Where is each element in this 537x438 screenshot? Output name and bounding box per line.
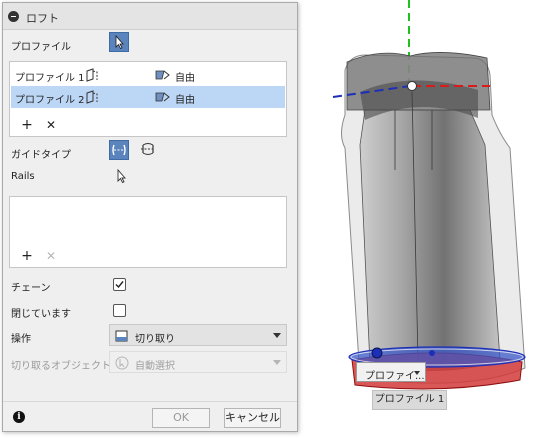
objects-to-cut-value: 自動選択 bbox=[135, 361, 175, 372]
guide-rails-button[interactable] bbox=[109, 140, 129, 160]
cursor-arrow-icon bbox=[115, 34, 124, 50]
dialog-title: ロフト bbox=[26, 12, 59, 25]
remove-icon: ✕ bbox=[45, 249, 57, 263]
chain-label: チェーン bbox=[11, 283, 51, 294]
profile-name: プロファイル 1 bbox=[15, 73, 85, 84]
cursor-arrow-icon bbox=[117, 168, 126, 184]
profile-shape-icon bbox=[84, 89, 100, 108]
profile-handle bbox=[371, 347, 383, 359]
dialog-titlebar[interactable]: ロフト bbox=[3, 3, 297, 30]
loft-body-inner bbox=[359, 109, 501, 371]
profile-tooltip: プロファイル 1 bbox=[372, 390, 447, 410]
add-icon[interactable]: + bbox=[20, 118, 34, 132]
chain-checkbox[interactable] bbox=[113, 278, 126, 291]
chevron-down-icon bbox=[414, 371, 420, 375]
operation-label: 操作 bbox=[11, 334, 31, 345]
check-icon bbox=[115, 281, 124, 289]
rails-icon bbox=[112, 144, 126, 156]
profiles-list[interactable]: プロファイル 1 自由 プロファイル 2 自由 + ✕ bbox=[9, 61, 287, 137]
objects-to-cut-label: 切り取るオブジェクト bbox=[11, 361, 111, 372]
rails-list-tools: + ✕ bbox=[20, 249, 80, 263]
profile-select-button[interactable] bbox=[109, 32, 129, 52]
chevron-down-icon bbox=[273, 360, 281, 365]
profile-dropdown-viewport[interactable]: プロファイ... bbox=[356, 362, 426, 382]
guide-type-label: ガイドタイプ bbox=[11, 150, 71, 161]
profiles-list-tools: + ✕ bbox=[20, 118, 80, 132]
loft-dialog: ロフト プロファイル プロファイル 1 自由 プロファイル 2 自由 + ✕ ガ… bbox=[2, 2, 298, 432]
centerline-icon bbox=[141, 143, 155, 155]
closed-label: 閉じています bbox=[11, 309, 71, 320]
info-icon[interactable]: i bbox=[13, 411, 25, 423]
cut-operation-icon bbox=[114, 328, 130, 347]
auto-select-icon bbox=[114, 355, 130, 374]
dialog-footer: i OK キャンセル bbox=[3, 401, 297, 431]
cancel-button[interactable]: キャンセル bbox=[224, 408, 281, 428]
chevron-down-icon bbox=[273, 333, 281, 338]
profile-shape-icon bbox=[84, 67, 100, 86]
list-item[interactable]: プロファイル 2 自由 bbox=[11, 86, 285, 108]
rails-label: Rails bbox=[11, 171, 35, 182]
condition-icon[interactable] bbox=[154, 67, 172, 86]
profile-condition[interactable]: 自由 bbox=[175, 91, 195, 106]
add-icon[interactable]: + bbox=[20, 249, 34, 263]
profile-condition[interactable]: 自由 bbox=[175, 69, 195, 84]
condition-icon[interactable] bbox=[154, 89, 172, 108]
objects-to-cut-dropdown: 自動選択 bbox=[109, 351, 287, 373]
origin-point bbox=[407, 81, 417, 91]
ok-button[interactable]: OK bbox=[152, 408, 210, 428]
operation-value: 切り取り bbox=[135, 334, 175, 345]
rails-list[interactable]: + ✕ bbox=[9, 196, 287, 268]
rails-select-button[interactable] bbox=[113, 167, 133, 187]
list-item[interactable]: プロファイル 1 自由 bbox=[11, 64, 285, 86]
guide-centerline-button[interactable] bbox=[139, 140, 159, 160]
remove-icon[interactable]: ✕ bbox=[44, 118, 58, 132]
profile-name: プロファイル 2 bbox=[15, 95, 85, 106]
profile-label: プロファイル bbox=[11, 42, 71, 53]
collapse-icon[interactable] bbox=[8, 11, 19, 22]
operation-dropdown[interactable]: 切り取り bbox=[109, 324, 287, 346]
closed-checkbox[interactable] bbox=[113, 304, 126, 317]
